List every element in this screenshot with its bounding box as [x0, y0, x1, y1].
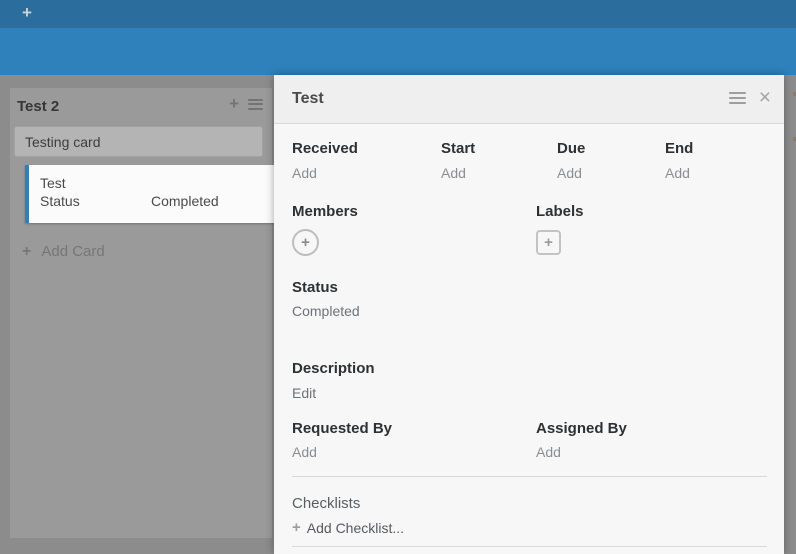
assigned-by-add-link[interactable]: Add — [536, 445, 561, 460]
status-label: Status — [292, 280, 338, 296]
start-add-link[interactable]: Add — [441, 166, 475, 181]
list-menu-icon[interactable] — [248, 99, 263, 110]
top-navigation-bar: + — [0, 0, 796, 28]
end-add-link[interactable]: Add — [665, 166, 693, 181]
card-detail-title: Test — [292, 90, 324, 108]
list-add-card-icon[interactable]: + — [229, 97, 239, 111]
members-label: Members — [292, 204, 358, 220]
due-add-link[interactable]: Add — [557, 166, 585, 181]
field-start: Start Add — [441, 141, 475, 181]
plus-icon: + — [292, 521, 301, 535]
list-header: Test 2 + — [10, 88, 272, 126]
due-label: Due — [557, 141, 585, 157]
description-edit-link[interactable]: Edit — [292, 386, 316, 401]
card-field-value: Completed — [151, 192, 219, 210]
section-divider — [292, 476, 767, 477]
add-label-button[interactable]: + — [536, 230, 561, 255]
description-label: Description — [292, 361, 375, 377]
board-header-bar — [0, 28, 796, 75]
add-card-label: Add Card — [41, 243, 104, 260]
add-board-icon[interactable]: + — [22, 2, 32, 24]
field-due: Due Add — [557, 141, 585, 181]
list-title: Test 2 — [17, 98, 59, 115]
card-menu-icon[interactable] — [729, 92, 746, 104]
card-detail-header: Test × — [274, 75, 784, 124]
new-card-title-input[interactable] — [14, 126, 263, 157]
received-label: Received — [292, 141, 358, 157]
board-canvas-dimmed: Test 2 + Test Status Completed + Add Car… — [0, 75, 796, 554]
section-divider — [292, 546, 767, 547]
status-value: Completed — [292, 304, 360, 319]
app-window: + Test 2 + Test Status Completed — [0, 0, 796, 554]
labels-label: Labels — [536, 204, 584, 220]
field-received: Received Add — [292, 141, 358, 181]
field-end: End Add — [665, 141, 693, 181]
list-column: Test 2 + Test Status Completed + Add Car… — [10, 88, 272, 538]
card-detail-panel: Test × Received Add Start Add Due Add En… — [274, 75, 784, 554]
requested-by-label: Requested By — [292, 421, 392, 437]
received-add-link[interactable]: Add — [292, 166, 358, 181]
start-label: Start — [441, 141, 475, 157]
checklists-label: Checklists — [292, 495, 360, 512]
add-card-button[interactable]: + Add Card — [22, 243, 105, 260]
close-icon[interactable]: × — [759, 89, 771, 107]
requested-by-add-link[interactable]: Add — [292, 445, 317, 460]
card-title: Test — [40, 174, 274, 192]
end-label: End — [665, 141, 693, 157]
add-checklist-label: Add Checklist... — [307, 520, 404, 536]
card-test[interactable]: Test Status Completed — [25, 165, 274, 223]
assigned-by-label: Assigned By — [536, 421, 627, 437]
plus-icon: + — [22, 244, 31, 260]
add-member-button[interactable]: + — [292, 229, 319, 256]
add-checklist-button[interactable]: + Add Checklist... — [292, 520, 404, 536]
card-field-label: Status — [40, 192, 151, 210]
